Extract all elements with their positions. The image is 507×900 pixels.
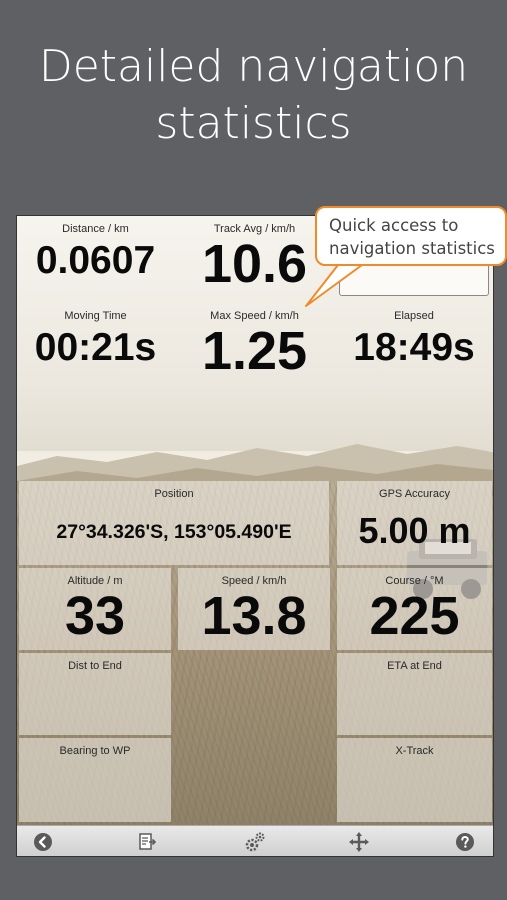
stat-dist-to-end-label: Dist to End bbox=[68, 660, 122, 672]
stat-gps-accuracy[interactable]: GPS Accuracy 5.00 m bbox=[337, 481, 492, 565]
callout-line-1: Quick access to bbox=[329, 216, 459, 235]
stat-x-track-label: X-Track bbox=[395, 745, 434, 757]
bottom-toolbar bbox=[17, 825, 493, 856]
stat-bearing-to-wp-label: Bearing to WP bbox=[59, 745, 131, 757]
stat-moving-time[interactable]: Moving Time 00:21s bbox=[17, 303, 174, 387]
stat-dist-to-end[interactable]: Dist to End bbox=[19, 653, 171, 735]
stat-gps-accuracy-label: GPS Accuracy bbox=[379, 488, 450, 500]
stat-distance[interactable]: Distance / km 0.0607 bbox=[17, 216, 174, 300]
stat-speed[interactable]: Speed / km/h 13.8 bbox=[178, 568, 330, 650]
callout-pointer bbox=[305, 264, 363, 307]
app-screen: Distance / km 0.0607 Track Avg / km/h 10… bbox=[16, 215, 494, 857]
stat-distance-value: 0.0607 bbox=[35, 239, 156, 282]
stat-eta-at-end-label: ETA at End bbox=[387, 660, 442, 672]
stat-course[interactable]: Course / °M 225 bbox=[337, 568, 492, 650]
callout-tooltip: Quick access to navigation statistics bbox=[315, 206, 507, 266]
stat-distance-label: Distance / km bbox=[62, 223, 129, 235]
export-document-icon[interactable] bbox=[135, 830, 159, 854]
stat-moving-time-value: 00:21s bbox=[34, 326, 157, 369]
move-arrows-icon[interactable] bbox=[347, 830, 371, 854]
stat-elapsed-value: 18:49s bbox=[353, 326, 475, 369]
stat-x-track[interactable]: X-Track bbox=[337, 738, 492, 822]
stat-max-speed[interactable]: Max Speed / km/h 1.25 bbox=[176, 303, 333, 387]
stat-course-value: 225 bbox=[369, 586, 460, 646]
stat-elapsed[interactable]: Elapsed 18:49s bbox=[335, 303, 493, 387]
stat-moving-time-label: Moving Time bbox=[64, 310, 127, 322]
stat-position-label: Position bbox=[154, 488, 194, 500]
stat-gps-accuracy-value: 5.00 m bbox=[358, 510, 471, 551]
stat-bearing-to-wp[interactable]: Bearing to WP bbox=[19, 738, 171, 822]
help-icon[interactable] bbox=[453, 830, 477, 854]
settings-gears-icon[interactable] bbox=[243, 830, 267, 854]
back-arrow-icon[interactable] bbox=[31, 830, 55, 854]
stat-speed-value: 13.8 bbox=[201, 586, 307, 646]
stat-position[interactable]: Position 27°34.326'S, 153°05.490'E bbox=[19, 481, 329, 565]
stat-eta-at-end[interactable]: ETA at End bbox=[337, 653, 492, 735]
headline: Detailed navigation statistics bbox=[0, 38, 507, 152]
stat-altitude-value: 33 bbox=[64, 586, 126, 646]
stat-altitude[interactable]: Altitude / m 33 bbox=[19, 568, 171, 650]
headline-line-2: statistics bbox=[155, 98, 352, 149]
stat-position-value: 27°34.326'S, 153°05.490'E bbox=[56, 521, 292, 543]
callout-line-2: navigation statistics bbox=[329, 239, 495, 258]
stat-max-speed-value: 1.25 bbox=[201, 321, 308, 381]
headline-line-1: Detailed navigation bbox=[38, 41, 469, 92]
